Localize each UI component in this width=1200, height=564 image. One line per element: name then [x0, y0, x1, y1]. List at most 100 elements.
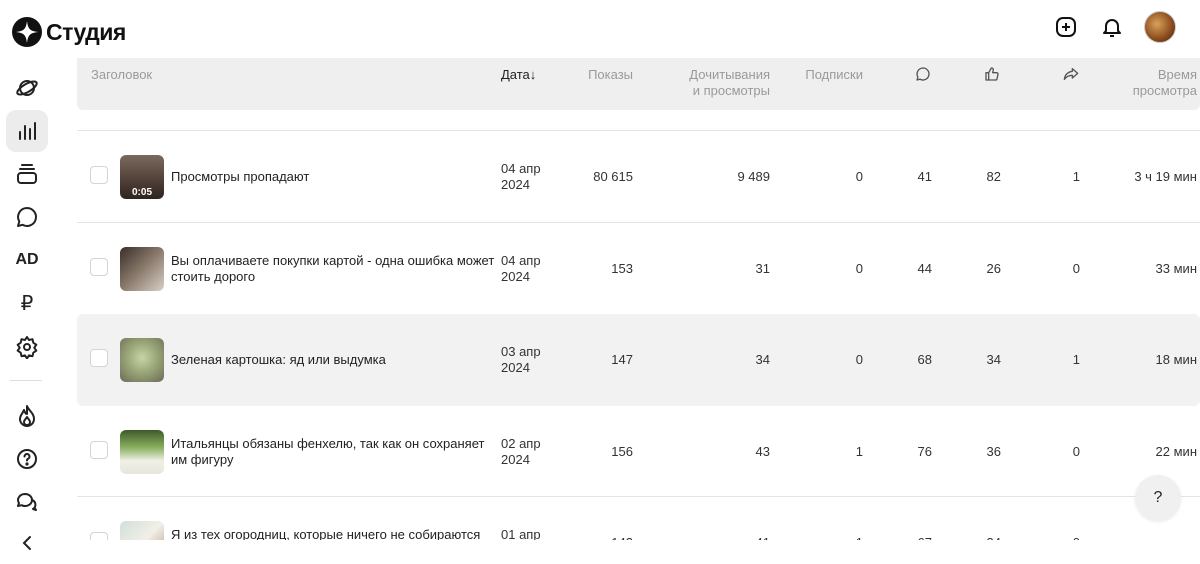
article-thumbnail[interactable] [120, 247, 164, 291]
row-checkbox[interactable] [90, 532, 108, 540]
ad-label: AD [15, 251, 39, 268]
row-shares: 0 [1072, 261, 1080, 276]
row-views: 156 [611, 444, 633, 459]
row-comments: 68 [917, 352, 932, 367]
row-date: 04 апр 2024 [501, 161, 541, 193]
row-shares: 0 [1072, 444, 1080, 459]
table-row[interactable]: Вы оплачиваете покупки картой - одна оши… [77, 222, 1200, 314]
comments-header-icon[interactable] [915, 66, 931, 86]
help-button[interactable]: ? [1135, 475, 1181, 521]
row-date: 04 апр 2024 [501, 253, 541, 285]
row-date-year: 2024 [501, 269, 530, 284]
row-checkbox[interactable] [90, 441, 108, 459]
row-views: 142 [563, 535, 633, 540]
row-checkbox[interactable] [90, 349, 108, 367]
row-comments: 44 [917, 261, 932, 276]
header-time[interactable]: Время просмотра [1117, 67, 1197, 99]
share-header-icon[interactable] [1063, 66, 1079, 86]
header-title[interactable]: Заголовок [91, 67, 152, 83]
row-subs: 0 [855, 261, 863, 276]
table-row[interactable]: Итальянцы обязаны фенхелю, так как он со… [77, 406, 1200, 498]
row-subs: 0 [855, 352, 863, 367]
row-likes: 36 [986, 444, 1001, 459]
table-row[interactable]: 0:05 Просмотры пропадают 04 апр 2024 80 6… [77, 130, 1200, 222]
row-title[interactable]: Я из тех огородниц, которые ничего не со… [171, 527, 497, 540]
row-shares: 1 [1072, 352, 1080, 367]
row-likes: 82 [986, 169, 1001, 184]
add-icon[interactable] [1052, 13, 1080, 41]
top-bar: Студия [0, 0, 1200, 60]
row-subs: 0 [855, 169, 863, 184]
row-date-day: 04 апр [501, 253, 541, 268]
comment-icon[interactable] [6, 196, 48, 238]
article-thumbnail[interactable] [120, 430, 164, 474]
studio-logo[interactable]: Студия [12, 17, 126, 47]
row-title[interactable]: Просмотры пропадают [171, 169, 497, 185]
row-date-year: 2024 [501, 452, 530, 467]
article-thumbnail[interactable] [120, 338, 164, 382]
row-reads: 34 [755, 352, 770, 367]
row-subs: 1 [855, 444, 863, 459]
row-date: 03 апр 2024 [501, 344, 541, 376]
ruble-label: ₽ [20, 292, 34, 315]
table-row[interactable]: Я из тех огородниц, которые ничего не со… [77, 496, 1200, 540]
row-date-day: 04 апр [501, 161, 541, 176]
row-title[interactable]: Вы оплачиваете покупки картой - одна оши… [171, 253, 497, 285]
table-row[interactable]: Зеленая картошка: яд или выдумка 03 апр 2… [77, 314, 1200, 406]
row-title[interactable]: Итальянцы обязаны фенхелю, так как он со… [171, 436, 497, 468]
sidebar: AD ₽ [0, 60, 56, 550]
avatar[interactable] [1144, 11, 1176, 43]
row-comments: 76 [917, 444, 932, 459]
row-likes: 34 [961, 535, 1001, 540]
row-time: 3 ч 19 мин [1134, 169, 1197, 184]
stack-icon[interactable] [6, 153, 48, 195]
help-circle-icon[interactable] [6, 438, 48, 480]
header-reads-line1: Дочитывания [689, 67, 770, 82]
row-views: 153 [611, 261, 633, 276]
row-date-day: 03 апр [501, 344, 541, 359]
row-reads: 31 [755, 261, 770, 276]
row-subs: 1 [783, 535, 863, 540]
row-views: 80 615 [593, 169, 633, 184]
row-date: 01 апр2024 [501, 527, 541, 540]
row-title[interactable]: Зеленая картошка: яд или выдумка [171, 352, 497, 368]
row-date-day: 02 апр [501, 436, 541, 451]
chat-icon[interactable] [6, 481, 48, 523]
sort-arrow-icon: ↓ [529, 67, 537, 82]
row-comments: 67 [892, 535, 932, 540]
row-reads: 43 [755, 444, 770, 459]
row-shares: 0 [1040, 535, 1080, 540]
fire-icon[interactable] [6, 395, 48, 437]
header-time-line1: Время [1157, 67, 1197, 82]
article-thumbnail[interactable] [120, 521, 164, 540]
header-reads-line2: и просмотры [692, 83, 770, 98]
header-reads[interactable]: Дочитывания и просмотры [670, 67, 770, 99]
row-time: 33 мин [1155, 261, 1197, 276]
gear-icon[interactable] [6, 326, 48, 368]
header-date-label: Дата [501, 67, 530, 82]
logo-text: Студия [46, 18, 126, 45]
header-subs[interactable]: Подписки [783, 67, 863, 83]
video-thumbnail[interactable]: 0:05 [120, 155, 164, 199]
row-date: 02 апр 2024 [501, 436, 541, 468]
row-reads: 41 [670, 535, 770, 540]
ruble-icon[interactable]: ₽ [6, 282, 48, 324]
ad-icon[interactable]: AD [6, 239, 48, 281]
header-date[interactable]: Дата↓ [501, 67, 536, 83]
video-duration: 0:05 [131, 187, 152, 198]
header-views[interactable]: Показы [563, 67, 633, 83]
row-date-day: 01 апр [501, 527, 541, 540]
sidebar-divider [10, 380, 42, 381]
row-date-year: 2024 [501, 360, 530, 375]
row-comments: 41 [917, 169, 932, 184]
row-shares: 1 [1072, 169, 1080, 184]
table-header: Заголовок Дата↓ Показы Дочитывания и прос… [77, 58, 1200, 110]
planet-icon[interactable] [6, 67, 48, 109]
row-checkbox[interactable] [90, 166, 108, 184]
row-checkbox[interactable] [90, 258, 108, 276]
bell-icon[interactable] [1098, 13, 1126, 41]
collapse-icon[interactable] [6, 522, 48, 564]
logo-mark-icon [12, 17, 42, 47]
stats-icon[interactable] [6, 110, 48, 152]
like-header-icon[interactable] [984, 66, 1000, 86]
